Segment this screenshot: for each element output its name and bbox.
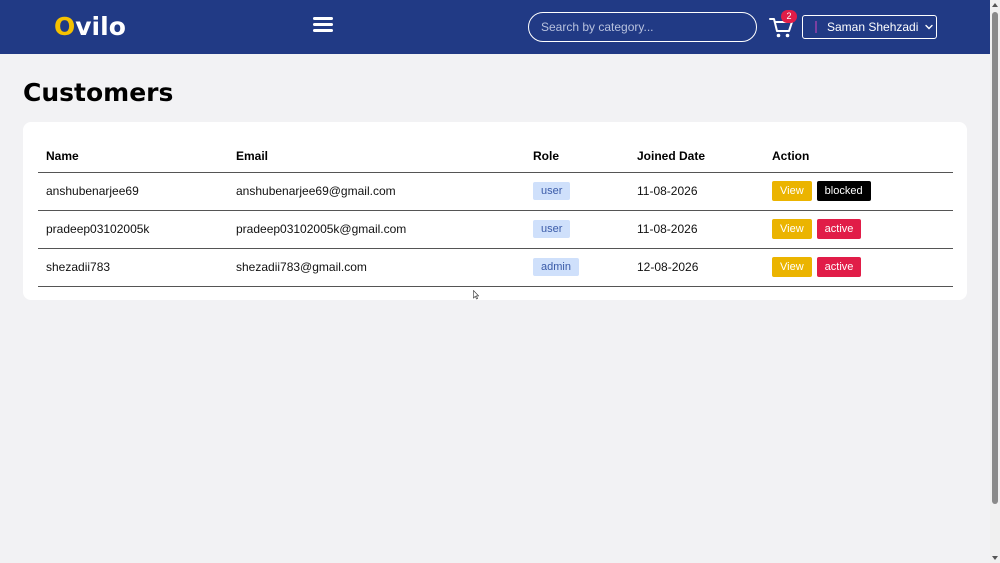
scroll-up-arrow-icon[interactable] — [992, 3, 998, 7]
header-role: Role — [525, 140, 629, 173]
joined-date: 12-08-2026 — [629, 248, 764, 287]
header-joined-date: Joined Date — [629, 140, 764, 173]
view-button[interactable]: View — [772, 181, 812, 201]
logo-text: vilo — [75, 12, 126, 41]
table-row: shezadii783 shezadii783@gmail.com admin … — [38, 248, 953, 287]
table-row: pradeep03102005k pradeep03102005k@gmail.… — [38, 210, 953, 249]
customer-email: shezadii783@gmail.com — [228, 248, 525, 287]
brand-logo[interactable]: Ovilo — [54, 12, 126, 41]
status-toggle-button[interactable]: blocked — [816, 181, 871, 201]
header-name: Name — [38, 140, 228, 173]
page-scrollbar[interactable] — [990, 0, 1000, 563]
role-badge: user — [533, 220, 571, 238]
table-header-row: Name Email Role Joined Date Action — [38, 140, 953, 173]
customers-card: Name Email Role Joined Date Action anshu… — [23, 122, 967, 300]
view-button[interactable]: View — [772, 219, 812, 239]
joined-date: 11-08-2026 — [629, 210, 764, 249]
customer-email: pradeep03102005k@gmail.com — [228, 210, 525, 249]
role-badge: user — [533, 182, 571, 200]
scroll-down-arrow-icon[interactable] — [992, 556, 998, 560]
customer-name: anshubenarjee69 — [38, 172, 228, 211]
top-navbar: Ovilo 2 Saman Shehzadi — [0, 0, 990, 54]
customer-name: pradeep03102005k — [38, 210, 228, 249]
header-email: Email — [228, 140, 525, 173]
status-toggle-button[interactable]: active — [816, 219, 862, 239]
table-row: anshubenarjee69 anshubenarjee69@gmail.co… — [38, 172, 953, 211]
view-button[interactable]: View — [772, 257, 812, 277]
user-menu-button[interactable]: Saman Shehzadi — [802, 15, 937, 39]
customer-email: anshubenarjee69@gmail.com — [228, 172, 525, 211]
role-badge: admin — [533, 258, 579, 276]
hamburger-menu-icon[interactable] — [313, 17, 333, 33]
chevron-down-icon — [925, 24, 934, 30]
page-title: Customers — [23, 78, 174, 107]
search-input[interactable] — [528, 12, 757, 42]
customer-name: shezadii783 — [38, 248, 228, 287]
joined-date: 11-08-2026 — [629, 172, 764, 211]
mouse-cursor-icon — [473, 290, 479, 300]
cart-count-badge: 2 — [781, 10, 797, 23]
status-toggle-button[interactable]: active — [816, 257, 862, 277]
logo-accent-letter: O — [54, 12, 76, 41]
user-avatar-icon — [815, 21, 817, 33]
scrollbar-thumb[interactable] — [992, 12, 998, 504]
header-action: Action — [764, 140, 953, 173]
user-name: Saman Shehzadi — [827, 20, 919, 34]
customers-table: Name Email Role Joined Date Action anshu… — [38, 140, 953, 287]
